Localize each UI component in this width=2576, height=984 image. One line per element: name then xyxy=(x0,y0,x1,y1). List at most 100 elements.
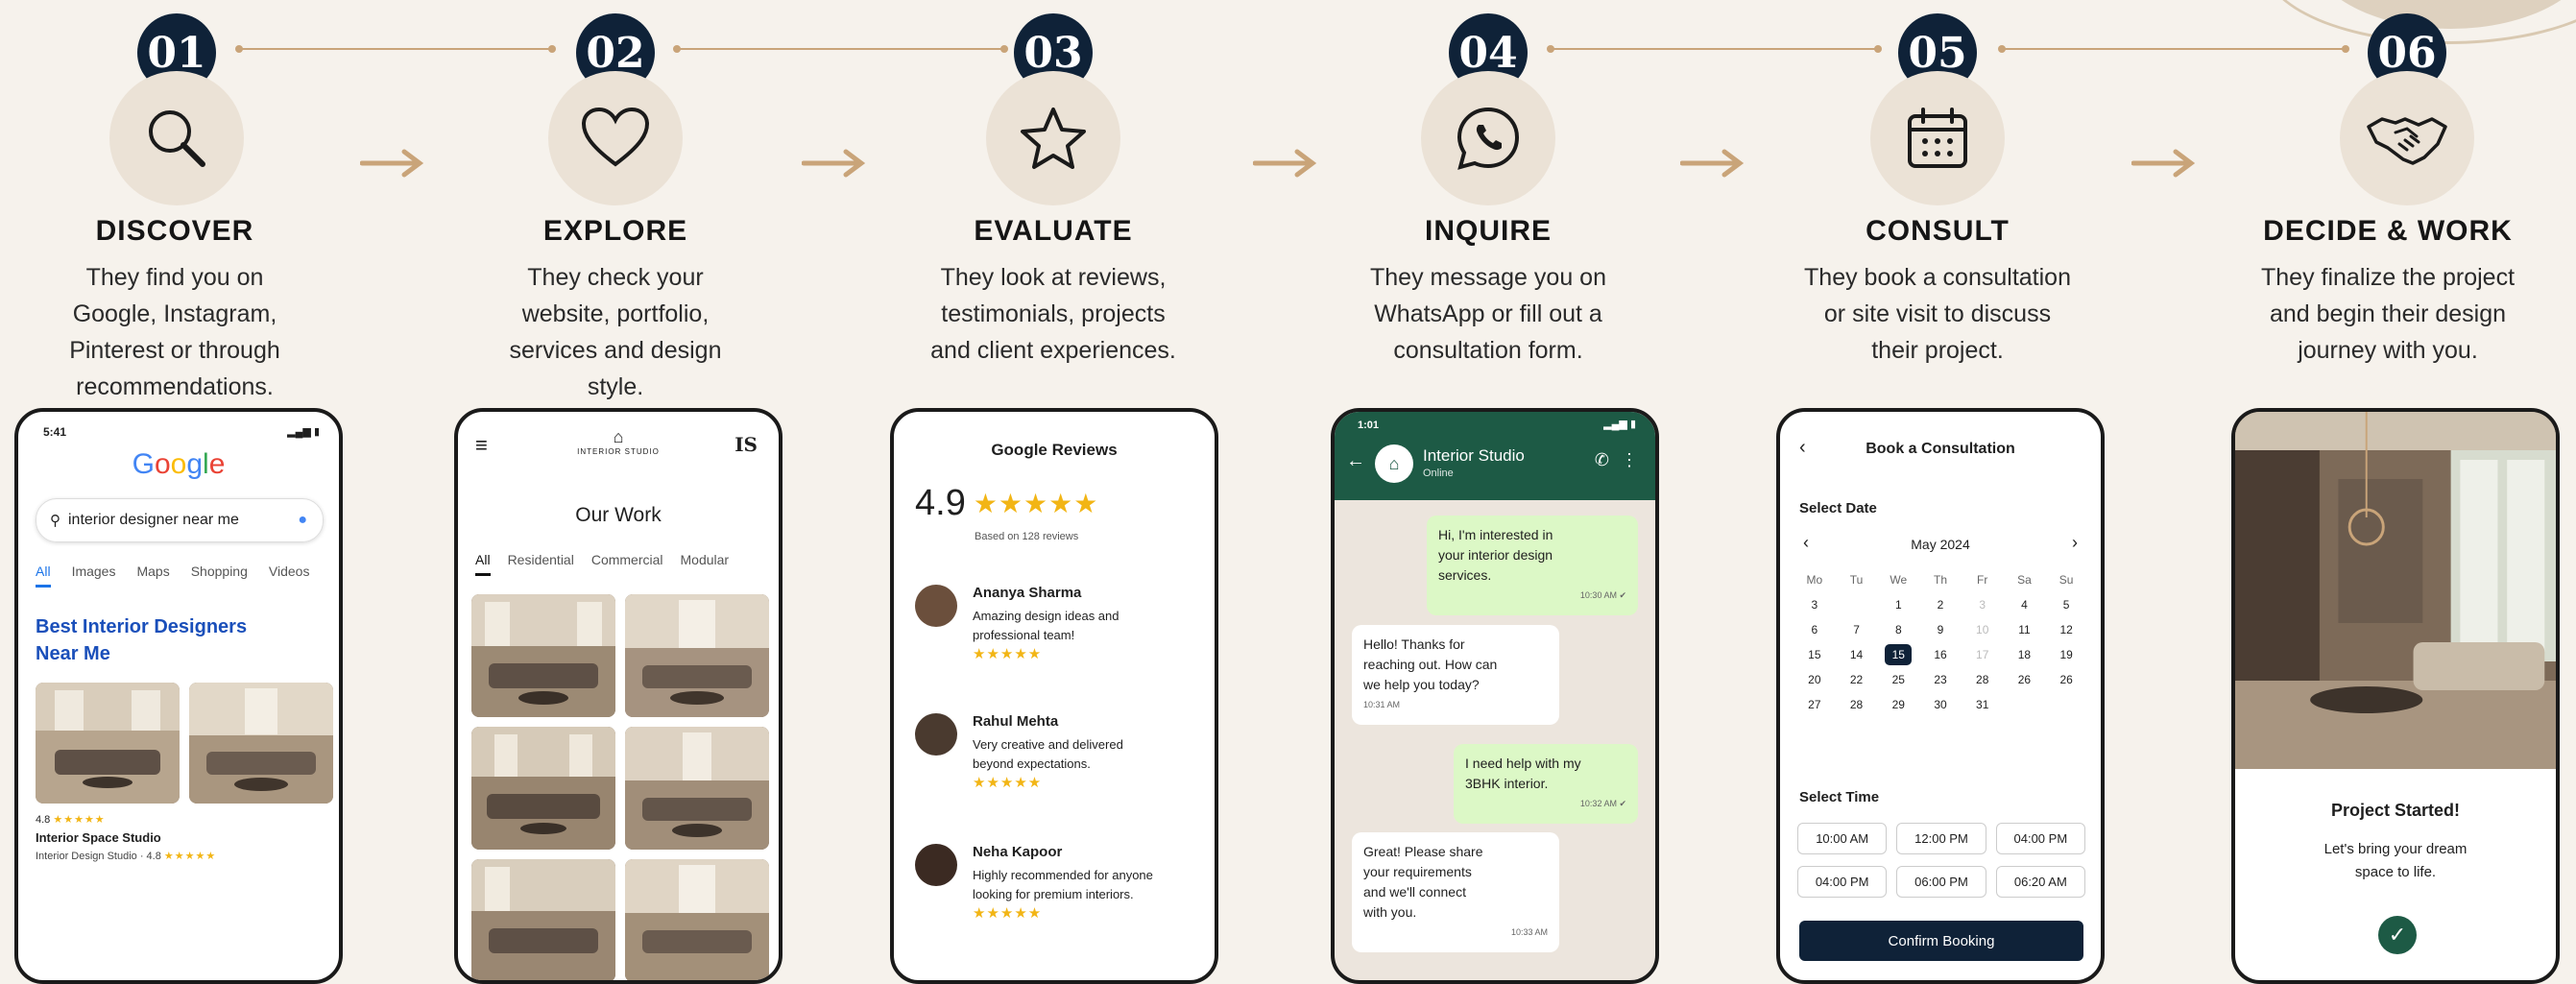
tab-all[interactable]: All xyxy=(36,564,51,588)
project-started-phone: Project Started! Let's bring your dream s… xyxy=(2231,408,2560,984)
time-slot-button[interactable]: 04:00 PM xyxy=(1797,866,1888,898)
calendar-day[interactable]: 20 xyxy=(1794,673,1836,686)
calendar-day[interactable]: 27 xyxy=(1794,698,1836,711)
status-time: 5:41 xyxy=(43,425,67,439)
calendar-day[interactable]: 17 xyxy=(1962,648,2004,661)
portfolio-grid xyxy=(471,594,769,980)
time-slots: 10:00 AM 12:00 PM 04:00 PM 04:00 PM 06:0… xyxy=(1797,823,2085,898)
calendar-day[interactable]: 3 xyxy=(1962,598,2004,612)
time-slot-button[interactable]: 04:00 PM xyxy=(1995,823,2085,854)
tab-shopping[interactable]: Shopping xyxy=(191,564,248,588)
month-next-icon[interactable]: › xyxy=(2072,533,2078,553)
house-logo-icon: ⌂ xyxy=(613,427,624,446)
calendar-grid: Mo Tu We Th Fr Sa Su 312345 6 7 8 9 10 11 12 15 14 15 1… xyxy=(1794,573,2087,711)
calendar-day[interactable]: 16 xyxy=(1919,648,1962,661)
calendar-day[interactable]: 1 xyxy=(1877,598,1919,612)
result-heading[interactable]: Best Interior Designers Near Me xyxy=(36,613,247,667)
time-slot-button[interactable]: 06:20 AM xyxy=(1995,866,2085,898)
result-title[interactable]: Interior Space Studio xyxy=(36,830,161,845)
calendar-day[interactable]: 25 xyxy=(1877,673,1919,686)
calendar-day[interactable]: 7 xyxy=(1836,623,1878,636)
tab-residential[interactable]: Residential xyxy=(508,552,574,576)
step-title: DECIDE & WORK xyxy=(2263,215,2513,247)
calendar-day[interactable]: 10 xyxy=(1962,623,2004,636)
calendar-day[interactable]: 12 xyxy=(2045,623,2087,636)
calendar-day[interactable]: 6 xyxy=(1794,623,1836,636)
calendar-day[interactable]: 9 xyxy=(1919,623,1962,636)
calendar-day[interactable]: 4 xyxy=(2004,598,2046,612)
result-image[interactable] xyxy=(36,683,180,804)
tab-modular[interactable]: Modular xyxy=(681,552,730,576)
select-date-label: Select Date xyxy=(1799,500,1877,516)
step-description: They book a consultation or site visit to… xyxy=(1804,264,2071,364)
calendar-day[interactable] xyxy=(2004,698,2046,711)
step-title: INQUIRE xyxy=(1424,215,1552,247)
step-description: They look at reviews, testimonials, proje… xyxy=(930,264,1176,364)
filter-tabs: All Residential Commercial Modular xyxy=(475,552,773,576)
calendar-day[interactable] xyxy=(1836,598,1878,612)
calendar-day[interactable]: 28 xyxy=(1962,673,2004,686)
step-inquire: 04 INQUIRE They message you on WhatsApp o… xyxy=(1275,0,1697,984)
handshake-icon xyxy=(2340,71,2474,205)
time-slot-button[interactable]: 06:00 PM xyxy=(1896,866,1986,898)
portfolio-item[interactable] xyxy=(471,594,615,717)
result-rating: 4.8 ★★★★★ xyxy=(36,814,106,826)
avatar xyxy=(915,585,957,627)
portfolio-item[interactable] xyxy=(471,859,615,980)
magnifier-icon xyxy=(109,71,244,205)
time-slot-button[interactable]: 10:00 AM xyxy=(1797,823,1888,854)
calendar-day[interactable]: 2 xyxy=(1919,598,1962,612)
calendar-day[interactable]: 8 xyxy=(1877,623,1919,636)
month-label: May 2024 xyxy=(1911,537,1970,552)
message-bubble-received: Hello! Thanks for reaching out. How can we… xyxy=(1352,625,1559,725)
calendar-day[interactable]: 26 xyxy=(2004,673,2046,686)
calendar-day[interactable]: 22 xyxy=(1836,673,1878,686)
calendar-day[interactable]: 3 xyxy=(1794,598,1836,612)
avatar xyxy=(915,713,957,756)
step-description: They check your website, portfolio, servic… xyxy=(509,264,722,400)
confirm-booking-button[interactable]: Confirm Booking xyxy=(1799,921,2083,961)
phone-call-icon[interactable]: ✆ xyxy=(1595,450,1609,470)
calendar-day[interactable] xyxy=(2045,698,2087,711)
calendar-day[interactable]: 28 xyxy=(1836,698,1878,711)
search-input[interactable]: ⚲ interior designer near me ● xyxy=(36,498,324,542)
tab-images[interactable]: Images xyxy=(72,564,116,588)
calendar-day[interactable]: 30 xyxy=(1919,698,1962,711)
tab-all[interactable]: All xyxy=(475,552,491,576)
whatsapp-chat-phone: 1:01 ▂▄▆ ▮ ← ⌂ Interior Studio Online ✆ … xyxy=(1331,408,1659,984)
back-arrow-icon[interactable]: ← xyxy=(1346,450,1365,472)
tab-commercial[interactable]: Commercial xyxy=(591,552,663,576)
page-title: Our Work xyxy=(575,504,662,526)
calendar-day[interactable]: 18 xyxy=(2004,648,2046,661)
search-icon: ⚲ xyxy=(50,513,60,529)
project-status-title: Project Started! xyxy=(2330,801,2461,820)
portfolio-item[interactable] xyxy=(471,727,615,850)
mic-icon[interactable]: ● xyxy=(298,512,307,529)
calendar-day[interactable]: 14 xyxy=(1836,648,1878,661)
calendar-day[interactable]: 11 xyxy=(2004,623,2046,636)
message-bubble-received: Great! Please share your requirements and … xyxy=(1352,832,1559,952)
portfolio-item[interactable] xyxy=(625,859,769,980)
result-image[interactable] xyxy=(189,683,333,804)
calendar-day[interactable]: 23 xyxy=(1919,673,1962,686)
step-title: EVALUATE xyxy=(974,215,1133,247)
time-slot-button[interactable]: 12:00 PM xyxy=(1896,823,1986,854)
calendar-day-selected[interactable]: 15 xyxy=(1885,644,1913,665)
star-icon xyxy=(986,71,1120,205)
calendar-day[interactable]: 29 xyxy=(1877,698,1919,711)
select-time-label: Select Time xyxy=(1799,789,1880,805)
portfolio-item[interactable] xyxy=(625,727,769,850)
more-options-icon[interactable]: ⋮ xyxy=(1621,450,1638,470)
tab-videos[interactable]: Videos xyxy=(269,564,310,588)
reviews-title: Google Reviews xyxy=(991,441,1118,459)
message-bubble-sent: Hi, I'm interested in your interior desig… xyxy=(1427,516,1638,615)
brand-logo: ⌂ INTERIOR STUDIO xyxy=(458,427,779,456)
calendar-day[interactable]: 5 xyxy=(2045,598,2087,612)
tab-maps[interactable]: Maps xyxy=(136,564,169,588)
calendar-day[interactable]: 19 xyxy=(2045,648,2087,661)
rating-count: Based on 128 reviews xyxy=(975,531,1079,542)
calendar-day[interactable]: 26 xyxy=(2045,673,2087,686)
calendar-day[interactable]: 15 xyxy=(1794,648,1836,661)
portfolio-item[interactable] xyxy=(625,594,769,717)
calendar-day[interactable]: 31 xyxy=(1962,698,2004,711)
